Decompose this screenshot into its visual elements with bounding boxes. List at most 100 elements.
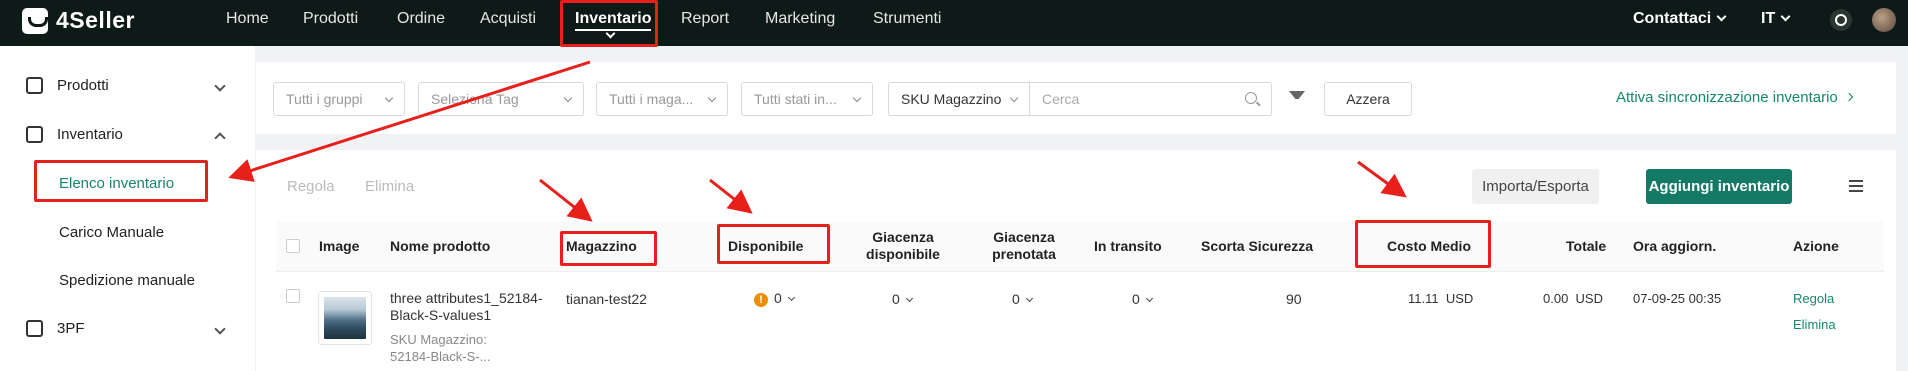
nav-report[interactable]: Report bbox=[681, 10, 729, 28]
chevron-down-icon bbox=[384, 93, 394, 103]
chevron-down-icon bbox=[563, 93, 573, 103]
sidebar-sub-spedizione-manuale[interactable]: Spedizione manuale bbox=[59, 272, 195, 289]
chevron-down-icon bbox=[1780, 11, 1791, 22]
groups-select-value: Tutti i gruppi bbox=[286, 91, 363, 107]
row-elimina-link[interactable]: Elimina bbox=[1793, 317, 1836, 332]
th-reserved-stock: Giacenza prenotata bbox=[979, 229, 1069, 263]
filter-icon[interactable] bbox=[1289, 91, 1305, 107]
th-total: Totale bbox=[1566, 238, 1607, 254]
nav-prodotti[interactable]: Prodotti bbox=[303, 10, 358, 28]
reset-button[interactable]: Azzera bbox=[1324, 82, 1412, 116]
add-inventory-button[interactable]: Aggiungi inventario bbox=[1646, 169, 1792, 204]
average-cost-cell: 11.11 USD bbox=[1408, 291, 1473, 306]
chevron-right-icon bbox=[1844, 92, 1854, 102]
available-value: 0 bbox=[774, 290, 782, 306]
nav-ordine[interactable]: Ordine bbox=[397, 10, 445, 28]
nav-home[interactable]: Home bbox=[226, 10, 269, 28]
column-settings-icon[interactable] bbox=[1849, 180, 1863, 192]
available-cell[interactable]: ! 0 bbox=[754, 290, 795, 307]
highlight-box-nav bbox=[560, 0, 658, 47]
nav-acquisti[interactable]: Acquisti bbox=[480, 10, 536, 28]
sku-type-select-value: SKU Magazzino bbox=[901, 91, 1002, 107]
product-image[interactable] bbox=[318, 291, 372, 345]
warning-icon: ! bbox=[754, 293, 768, 307]
product-sku-value: 52184-Black-S-... bbox=[390, 349, 491, 364]
available-stock-cell[interactable]: 0 bbox=[892, 291, 913, 307]
th-in-transit: In transito bbox=[1094, 238, 1162, 254]
filter-bar: Tutti i gruppi Seleziona Tag Tutti i mag… bbox=[256, 62, 1896, 134]
contact-menu[interactable]: Contattaci bbox=[1633, 10, 1727, 28]
th-available-stock-line2: disponibile bbox=[866, 246, 940, 262]
sidebar-item-inventario[interactable]: Inventario bbox=[26, 126, 123, 143]
in-transit-cell[interactable]: 0 bbox=[1132, 291, 1153, 307]
sidebar-sub-carico-manuale[interactable]: Carico Manuale bbox=[59, 224, 164, 241]
th-name: Nome prodotto bbox=[390, 238, 491, 254]
brand-logo[interactable]: 4Seller bbox=[22, 7, 135, 34]
brand-name: 4Seller bbox=[56, 7, 135, 33]
avatar[interactable] bbox=[1872, 8, 1896, 32]
sync-inventory-link[interactable]: Attiva sincronizzazione inventario bbox=[1616, 89, 1854, 106]
chevron-up-icon[interactable] bbox=[214, 132, 226, 144]
warehouse-select[interactable]: Tutti i maga... bbox=[596, 82, 728, 116]
chevron-down-icon bbox=[1716, 11, 1727, 22]
chevron-down-icon bbox=[787, 293, 795, 302]
select-all-checkbox[interactable] bbox=[286, 239, 300, 253]
inventory-panel: Regola Elimina Importa/Esporta Aggiungi … bbox=[256, 150, 1896, 371]
product-name-line1: three attributes1_52184- bbox=[390, 290, 543, 306]
chevron-down-icon[interactable] bbox=[214, 323, 226, 335]
row-checkbox[interactable] bbox=[286, 289, 300, 303]
highlight-box-costo-medio bbox=[1355, 220, 1491, 268]
regola-bulk-button[interactable]: Regola bbox=[287, 178, 335, 195]
row-regola-link[interactable]: Regola bbox=[1793, 291, 1834, 306]
chevron-down-icon[interactable] bbox=[214, 80, 226, 92]
th-reserved-stock-line2: prenotata bbox=[992, 246, 1056, 262]
th-action: Azione bbox=[1793, 238, 1839, 254]
product-sku-label: SKU Magazzino: bbox=[390, 332, 487, 347]
settings-gear-icon[interactable] bbox=[1830, 9, 1852, 31]
sidebar-item-3pf[interactable]: 3PF bbox=[26, 320, 85, 337]
warehouse-icon bbox=[26, 126, 43, 143]
highlight-box-sidebar bbox=[34, 160, 208, 202]
elimina-bulk-button[interactable]: Elimina bbox=[365, 178, 414, 195]
sidebar-item-label: 3PF bbox=[57, 320, 85, 337]
product-name-line2: Black-S-values1 bbox=[390, 307, 492, 323]
product-name[interactable]: three attributes1_52184- Black-S-values1 bbox=[390, 290, 543, 324]
highlight-box-disponibile bbox=[717, 224, 830, 264]
total-value: 0.00 bbox=[1543, 291, 1569, 306]
reserved-stock-cell[interactable]: 0 bbox=[1012, 291, 1033, 307]
bag-icon bbox=[22, 7, 48, 34]
groups-select[interactable]: Tutti i gruppi bbox=[273, 82, 405, 116]
search-input[interactable]: Cerca bbox=[1030, 82, 1272, 116]
language-label: IT bbox=[1761, 10, 1776, 27]
product-sku: SKU Magazzino: 52184-Black-S-... bbox=[390, 331, 490, 365]
in-transit-value: 0 bbox=[1132, 291, 1140, 307]
reserved-stock-value: 0 bbox=[1012, 291, 1020, 307]
chevron-down-icon bbox=[905, 294, 913, 303]
average-cost-value: 11.11 bbox=[1408, 291, 1439, 306]
th-available-stock-line1: Giacenza bbox=[872, 229, 934, 245]
sidebar-item-prodotti[interactable]: Prodotti bbox=[26, 77, 109, 94]
import-export-button[interactable]: Importa/Esporta bbox=[1472, 169, 1599, 204]
th-reserved-stock-line1: Giacenza bbox=[993, 229, 1055, 245]
sidebar: Prodotti Inventario Elenco inventario Ca… bbox=[0, 46, 255, 371]
th-available-stock: Giacenza disponibile bbox=[850, 229, 956, 263]
status-select[interactable]: Tutti stati in... bbox=[741, 82, 873, 116]
product-photo bbox=[324, 297, 366, 339]
chevron-down-icon bbox=[852, 93, 862, 103]
chevron-down-icon bbox=[1025, 294, 1033, 303]
tag-select-value: Seleziona Tag bbox=[431, 91, 519, 107]
total-cell: 0.00 USD bbox=[1543, 291, 1603, 306]
search-icon bbox=[1245, 92, 1257, 104]
language-menu[interactable]: IT bbox=[1761, 10, 1791, 28]
box-icon bbox=[26, 77, 43, 94]
sync-inventory-label: Attiva sincronizzazione inventario bbox=[1616, 89, 1838, 106]
tag-select[interactable]: Seleziona Tag bbox=[418, 82, 584, 116]
total-currency: USD bbox=[1575, 291, 1603, 306]
sidebar-item-label: Inventario bbox=[57, 126, 123, 143]
highlight-box-magazzino bbox=[560, 231, 657, 266]
nav-strumenti[interactable]: Strumenti bbox=[873, 10, 941, 28]
nav-marketing[interactable]: Marketing bbox=[765, 10, 835, 28]
sku-type-select[interactable]: SKU Magazzino bbox=[888, 82, 1030, 116]
top-navbar: 4Seller Home Prodotti Ordine Acquisti In… bbox=[0, 0, 1908, 46]
chevron-down-icon bbox=[707, 93, 717, 103]
